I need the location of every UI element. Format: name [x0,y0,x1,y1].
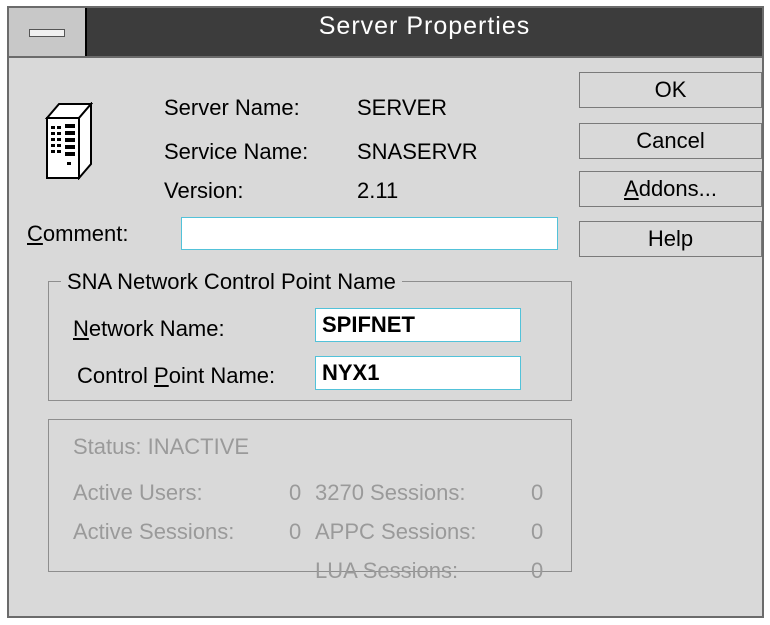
server-properties-dialog: Server Properties Server Name: SERVER Se… [7,6,764,618]
server-name-value: SERVER [357,95,448,120]
network-name-input[interactable]: SPIFNET [315,308,521,342]
network-label-rest: etwork Name: [88,316,225,341]
addons-mnemonic: A [624,176,639,201]
network-mnemonic: N [73,316,89,341]
comment-mnemonic: C [27,221,43,246]
title-bar[interactable]: Server Properties [9,8,762,58]
sessions-3270-value: 0 [531,480,544,505]
ok-button[interactable]: OK [579,72,762,108]
active-sessions-value: 0 [289,519,302,544]
comment-label: Comment: [27,221,128,247]
comment-input[interactable] [181,217,558,250]
status-text: Status: INACTIVE [73,434,250,459]
active-users-value: 0 [289,480,302,505]
window-title: Server Properties [318,12,531,40]
lua-sessions-value: 0 [531,558,544,583]
addons-button[interactable]: Addons... [579,171,762,207]
control-point-name-label: Control Point Name: [77,363,275,389]
version-label: Version: [164,178,244,203]
lua-sessions-label: LUA Sessions: [315,558,459,583]
system-menu-icon[interactable] [9,8,87,56]
addons-label-rest: ddons... [638,176,717,201]
appc-sessions-value: 0 [531,519,544,544]
system-menu-bar [29,29,65,37]
active-users-label: Active Users: [73,480,203,505]
comment-label-rest: omment: [42,221,129,246]
sessions-3270-label: 3270 Sessions: [315,480,466,505]
service-name-value: SNASERVR [357,139,478,164]
cp-mnemonic: P [154,363,169,388]
version-value: 2.11 [357,178,399,203]
appc-sessions-label: APPC Sessions: [315,519,477,544]
cp-group-title: SNA Network Control Point Name [61,269,402,295]
cancel-button[interactable]: Cancel [579,123,762,159]
server-name-label: Server Name: [164,95,300,120]
cp-label-pre: Control [77,363,155,388]
network-name-label: Network Name: [73,316,225,342]
cp-label-rest: oint Name: [168,363,276,388]
help-button[interactable]: Help [579,221,762,257]
service-name-label: Service Name: [164,139,309,164]
server-icon [45,102,93,180]
active-sessions-label: Active Sessions: [73,519,235,544]
control-point-name-input[interactable]: NYX1 [315,356,521,390]
